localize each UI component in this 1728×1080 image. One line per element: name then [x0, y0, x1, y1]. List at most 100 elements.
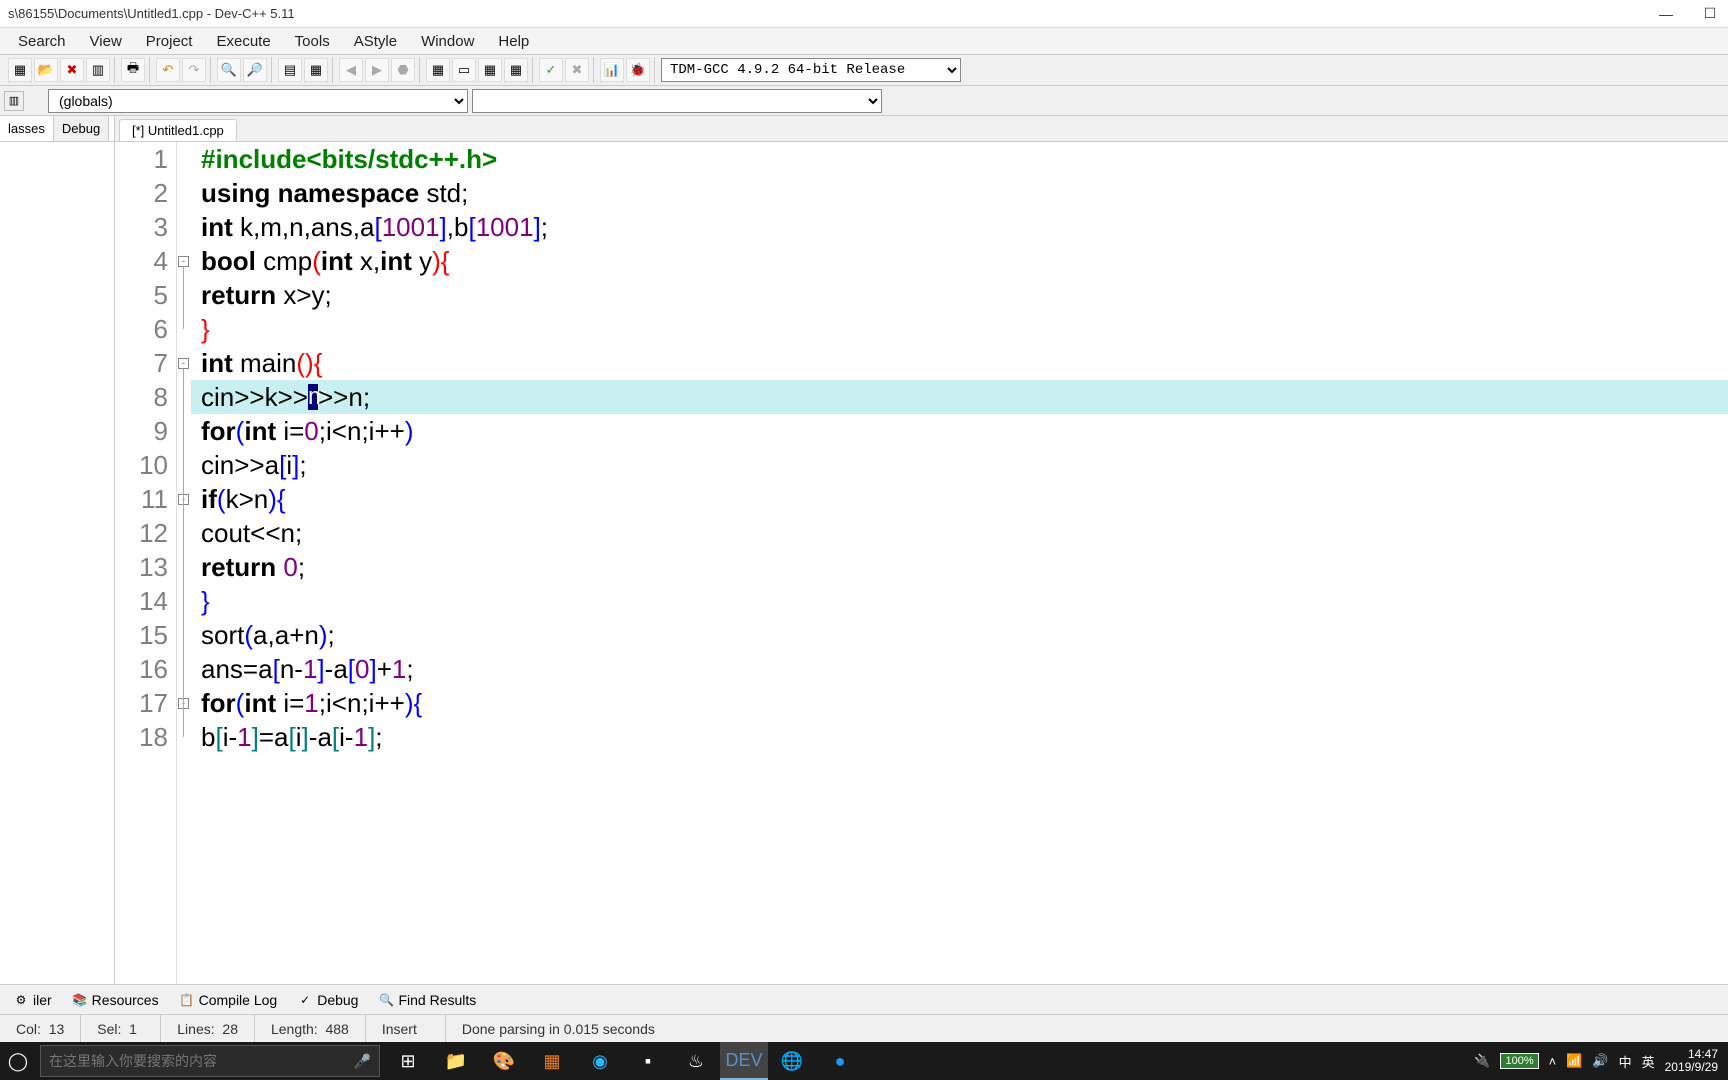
stop-button[interactable]: ⬣	[391, 58, 415, 82]
rebuild-button[interactable]: ▦	[504, 58, 528, 82]
tray-chevron-icon[interactable]: ˄	[1549, 1054, 1557, 1069]
taskbar-app-paint[interactable]: 🎨	[480, 1042, 528, 1080]
code-line[interactable]: return x>y;	[201, 278, 1728, 312]
run-button[interactable]: ▭	[452, 58, 476, 82]
undo-button[interactable]: ↶	[156, 58, 180, 82]
taskbar-search[interactable]: 🎤	[40, 1045, 380, 1077]
taskbar-clock[interactable]: 14:47 2019/9/29	[1665, 1048, 1718, 1074]
start-button[interactable]: ◯	[0, 1043, 36, 1079]
output-tab-resources[interactable]: 📚Resources	[63, 989, 168, 1011]
menu-window[interactable]: Window	[411, 31, 484, 52]
clean-button[interactable]: ✖	[565, 58, 589, 82]
taskbar-app-explorer[interactable]: 📁	[432, 1042, 480, 1080]
battery-indicator[interactable]: 100%	[1500, 1053, 1538, 1069]
menu-view[interactable]: View	[80, 31, 132, 52]
ime-indicator-1[interactable]: 中	[1619, 1052, 1632, 1071]
code-body[interactable]: #include<bits/stdc++.h>using namespace s…	[191, 142, 1728, 984]
globals-selector[interactable]: (globals)	[48, 89, 468, 113]
tab-icon: 📚	[72, 992, 88, 1008]
fold-toggle[interactable]: -	[178, 256, 189, 267]
nav-back-button[interactable]: ◀	[339, 58, 363, 82]
output-tab-debug[interactable]: ✓Debug	[288, 989, 367, 1011]
editor-tab-strip: [*] Untitled1.cpp	[115, 116, 1728, 142]
tab-icon: 📋	[179, 992, 195, 1008]
output-tab-find-results[interactable]: 🔍Find Results	[369, 989, 485, 1011]
left-tab-lasses[interactable]: lasses	[0, 116, 54, 141]
menu-execute[interactable]: Execute	[206, 31, 280, 52]
windows-taskbar: ◯ 🎤 ⊞ 📁 🎨 ▦ ◉ ▪ ♨ DEV 🌐 ● 🔌 100% ˄ 📶 🔊 中…	[0, 1042, 1728, 1080]
code-line[interactable]: cout<<n;	[201, 516, 1728, 550]
code-line[interactable]: }	[201, 312, 1728, 346]
compile-run-button[interactable]: ▦	[478, 58, 502, 82]
editor-tab-untitled1[interactable]: [*] Untitled1.cpp	[119, 119, 237, 141]
output-tab-iler[interactable]: ⚙iler	[4, 989, 61, 1011]
nav-forward-button[interactable]: ▶	[365, 58, 389, 82]
fold-toggle[interactable]: -	[178, 358, 189, 369]
maximize-button[interactable]: ☐	[1700, 4, 1720, 24]
open-button[interactable]: 📂	[34, 58, 58, 82]
network-icon[interactable]: 📶	[1566, 1053, 1582, 1069]
print-button[interactable]: 🖶	[121, 58, 145, 82]
code-line[interactable]: sort(a,a+n);	[201, 618, 1728, 652]
mic-icon[interactable]: 🎤	[354, 1053, 371, 1070]
compile-button[interactable]: ▦	[426, 58, 450, 82]
menu-astyle[interactable]: AStyle	[344, 31, 407, 52]
status-col: Col: 13	[0, 1015, 81, 1042]
menu-help[interactable]: Help	[488, 31, 539, 52]
compiler-selector[interactable]: TDM-GCC 4.9.2 64-bit Release	[661, 58, 961, 82]
code-line[interactable]: for(int i=0;i<n;i++)	[201, 414, 1728, 448]
taskbar-search-input[interactable]	[49, 1053, 346, 1069]
taskbar-app-1[interactable]: ▦	[528, 1042, 576, 1080]
line-number: 10	[115, 448, 168, 482]
code-line[interactable]: #include<bits/stdc++.h>	[201, 142, 1728, 176]
code-line[interactable]: b[i-1]=a[i]-a[i-1];	[201, 720, 1728, 754]
taskbar-app-terminal[interactable]: ▪	[624, 1042, 672, 1080]
code-line[interactable]: return 0;	[201, 550, 1728, 584]
code-line[interactable]: if(k>n){	[201, 482, 1728, 516]
main-area: lassesDebug [*] Untitled1.cpp 1234567891…	[0, 116, 1728, 984]
code-line[interactable]: for(int i=1;i<n;i++){	[201, 686, 1728, 720]
find-button[interactable]: 🔍	[217, 58, 241, 82]
taskbar-app-zoom[interactable]: ●	[816, 1042, 864, 1080]
new-file-button[interactable]: ▦	[8, 58, 32, 82]
secondary-toolbar: ▥ (globals)	[0, 86, 1728, 116]
debug-button[interactable]: 🐞	[626, 58, 650, 82]
replace-button[interactable]: 🔎	[243, 58, 267, 82]
profile-button[interactable]: 📊	[600, 58, 624, 82]
close-button[interactable]: ✖	[60, 58, 84, 82]
taskbar-app-chrome[interactable]: 🌐	[768, 1042, 816, 1080]
menu-search[interactable]: Search	[8, 31, 76, 52]
redo-button[interactable]: ↷	[182, 58, 206, 82]
code-editor[interactable]: 123456789101112131415161718 ---- #includ…	[115, 142, 1728, 984]
syntax-check-button[interactable]: ✓	[539, 58, 563, 82]
left-tab-debug[interactable]: Debug	[54, 116, 109, 141]
status-length: Length: 488	[255, 1015, 366, 1042]
code-line[interactable]: }	[201, 584, 1728, 618]
code-line[interactable]: cin>>a[i];	[201, 448, 1728, 482]
code-line[interactable]: ans=a[n-1]-a[0]+1;	[201, 652, 1728, 686]
code-line[interactable]: int main(){	[201, 346, 1728, 380]
power-icon[interactable]: 🔌	[1474, 1053, 1490, 1069]
code-line[interactable]: cin>>k>>m>>n;	[191, 380, 1728, 414]
save-all-button[interactable]: ▥	[86, 58, 110, 82]
goto-bookmark-button[interactable]: ▦	[304, 58, 328, 82]
code-line[interactable]: int k,m,n,ans,a[1001],b[1001];	[201, 210, 1728, 244]
taskbar-app-devcpp[interactable]: DEV	[720, 1042, 768, 1080]
editor-area: [*] Untitled1.cpp 1234567891011121314151…	[115, 116, 1728, 984]
taskbar-app-2[interactable]: ◉	[576, 1042, 624, 1080]
fold-gutter[interactable]: ----	[177, 142, 191, 984]
code-line[interactable]: bool cmp(int x,int y){	[201, 244, 1728, 278]
members-selector[interactable]	[472, 89, 882, 113]
system-tray[interactable]: 🔌 100% ˄ 📶 🔊 中 英 14:47 2019/9/29	[1464, 1048, 1728, 1074]
ime-indicator-2[interactable]: 英	[1642, 1052, 1655, 1071]
menu-tools[interactable]: Tools	[285, 31, 340, 52]
taskbar-app-3[interactable]: ♨	[672, 1042, 720, 1080]
toggle-bookmark-button[interactable]: ▤	[278, 58, 302, 82]
volume-icon[interactable]: 🔊	[1592, 1053, 1608, 1069]
task-view-button[interactable]: ⊞	[384, 1042, 432, 1080]
class-browser-button[interactable]: ▥	[4, 91, 24, 111]
output-tab-compile-log[interactable]: 📋Compile Log	[170, 989, 287, 1011]
minimize-button[interactable]: —	[1656, 4, 1676, 24]
code-line[interactable]: using namespace std;	[201, 176, 1728, 210]
menu-project[interactable]: Project	[136, 31, 203, 52]
